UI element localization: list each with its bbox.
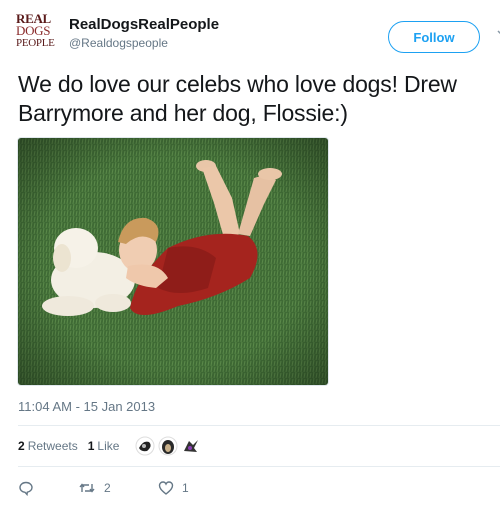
photo-image (18, 138, 328, 385)
reply-icon[interactable] (18, 480, 34, 496)
tweet-text-line-2: Barrymore and her dog, Flossie:) (18, 100, 348, 126)
divider-top (18, 425, 500, 426)
tweet-photo[interactable] (17, 137, 329, 386)
retweet-count: 2 (104, 481, 111, 495)
tweet-text-line-1: We do love our celebs who love dogs! Dre… (18, 71, 457, 97)
divider-bottom (18, 466, 500, 467)
liker-avatars (135, 436, 202, 456)
tweet-actions: 2 1 (18, 478, 189, 498)
retweets-stat[interactable]: 2 Retweets (18, 439, 78, 453)
retweets-count: 2 (18, 439, 25, 453)
likes-label: Like (97, 439, 120, 453)
tweet-header: REAL DOGS PEOPLE RealDogsRealPeople @Rea… (14, 12, 500, 53)
heart-icon[interactable] (158, 480, 174, 496)
tweet-timestamp[interactable]: 11:04 AM - 15 Jan 2013 (18, 399, 155, 414)
liker-avatar[interactable] (181, 436, 202, 456)
reply-action[interactable] (18, 480, 78, 496)
engagement-stats: 2 Retweets 1 Like (18, 433, 202, 459)
like-action[interactable]: 1 (158, 480, 189, 496)
avatar-text-line-2: DOGS (16, 23, 51, 38)
avatar[interactable]: REAL DOGS PEOPLE (16, 12, 62, 53)
tweet-text: We do love our celebs who love dogs! Dre… (18, 70, 500, 128)
avatar-text-line-3: PEOPLE (16, 37, 55, 49)
liker-avatar[interactable] (135, 436, 156, 456)
liker-avatar[interactable] (158, 436, 179, 456)
retweet-icon[interactable] (78, 480, 96, 496)
likes-stat[interactable]: 1 Like (88, 439, 120, 453)
likes-count: 1 (87, 439, 95, 453)
retweet-action[interactable]: 2 (78, 480, 158, 496)
account-handle[interactable]: @Realdogspeople (69, 35, 219, 51)
display-name[interactable]: RealDogsRealPeople (69, 16, 219, 34)
like-count: 1 (182, 481, 189, 495)
account-names[interactable]: RealDogsRealPeople @Realdogspeople (69, 16, 219, 51)
retweets-label: Retweets (27, 439, 78, 453)
follow-button[interactable]: Follow (388, 21, 480, 53)
